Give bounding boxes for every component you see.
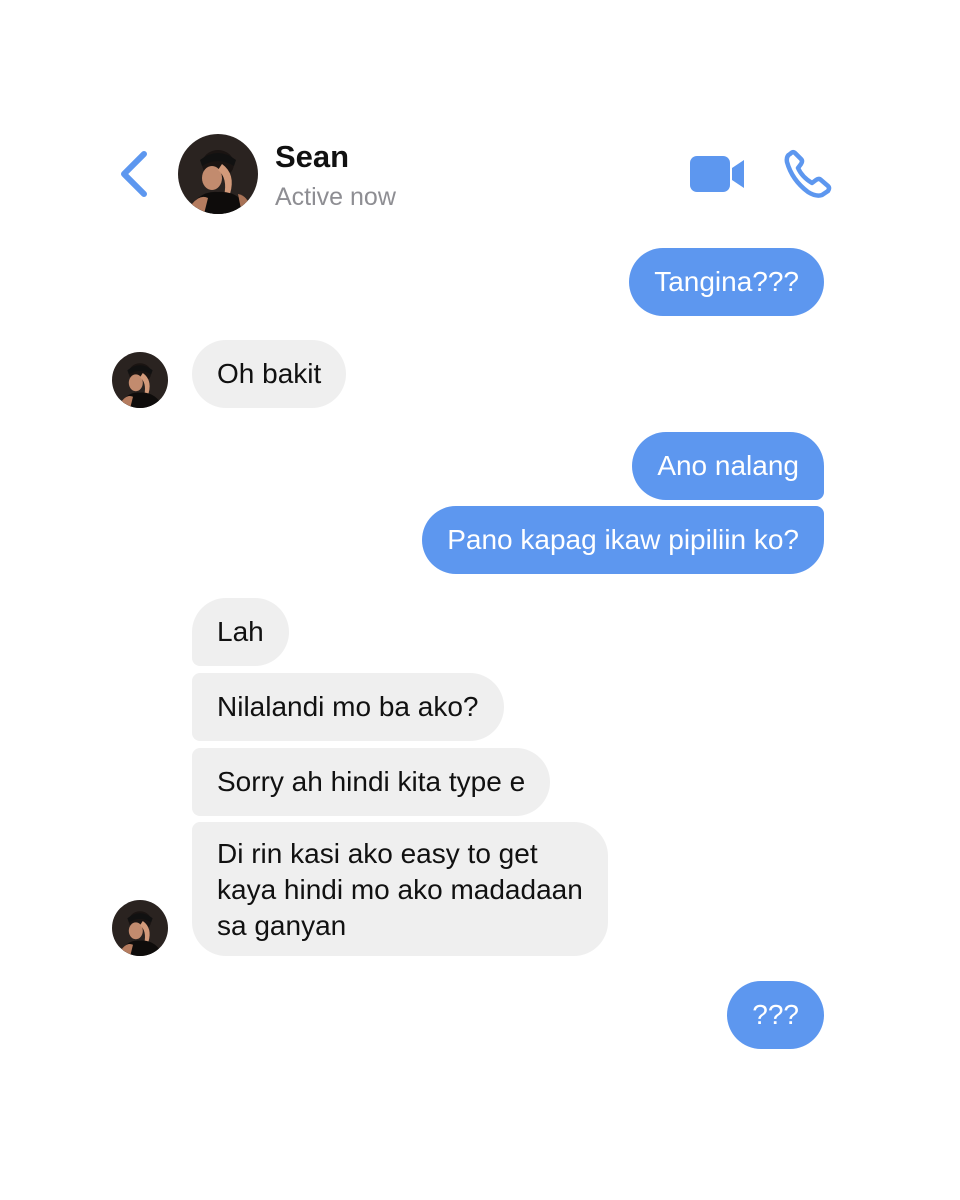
message-sent[interactable]: Pano kapag ikaw pipiliin ko? [422, 506, 824, 574]
message-sent[interactable]: Ano nalang [632, 432, 824, 500]
message-sent[interactable]: Tangina??? [629, 248, 824, 316]
video-camera-icon [690, 156, 744, 192]
avatar-photo [178, 134, 258, 214]
chat-header: Sean Active now [0, 0, 960, 240]
contact-avatar[interactable] [178, 134, 258, 214]
contact-status: Active now [275, 183, 396, 211]
message-line: Di rin kasi ako easy to get [217, 838, 538, 869]
message-line: sa ganyan [217, 910, 347, 941]
contact-name: Sean [275, 139, 350, 174]
message-received-multiline[interactable]: Di rin kasi ako easy to get kaya hindi m… [192, 822, 608, 956]
chevron-left-icon [121, 151, 147, 197]
sender-avatar[interactable] [112, 352, 168, 408]
message-received[interactable]: Nilalandi mo ba ako? [192, 673, 504, 741]
voice-call-button[interactable] [782, 148, 834, 200]
sender-avatar[interactable] [112, 900, 168, 956]
message-sent[interactable]: ??? [727, 981, 824, 1049]
phone-icon [784, 149, 832, 198]
avatar-photo [112, 352, 168, 408]
message-received[interactable]: Sorry ah hindi kita type e [192, 748, 551, 816]
video-call-button[interactable] [688, 152, 746, 196]
message-received[interactable]: Lah [192, 598, 289, 666]
message-received[interactable]: Oh bakit [192, 340, 347, 408]
back-button[interactable] [112, 148, 156, 200]
avatar-photo [112, 900, 168, 956]
message-line: kaya hindi mo ako madadaan [217, 874, 583, 905]
